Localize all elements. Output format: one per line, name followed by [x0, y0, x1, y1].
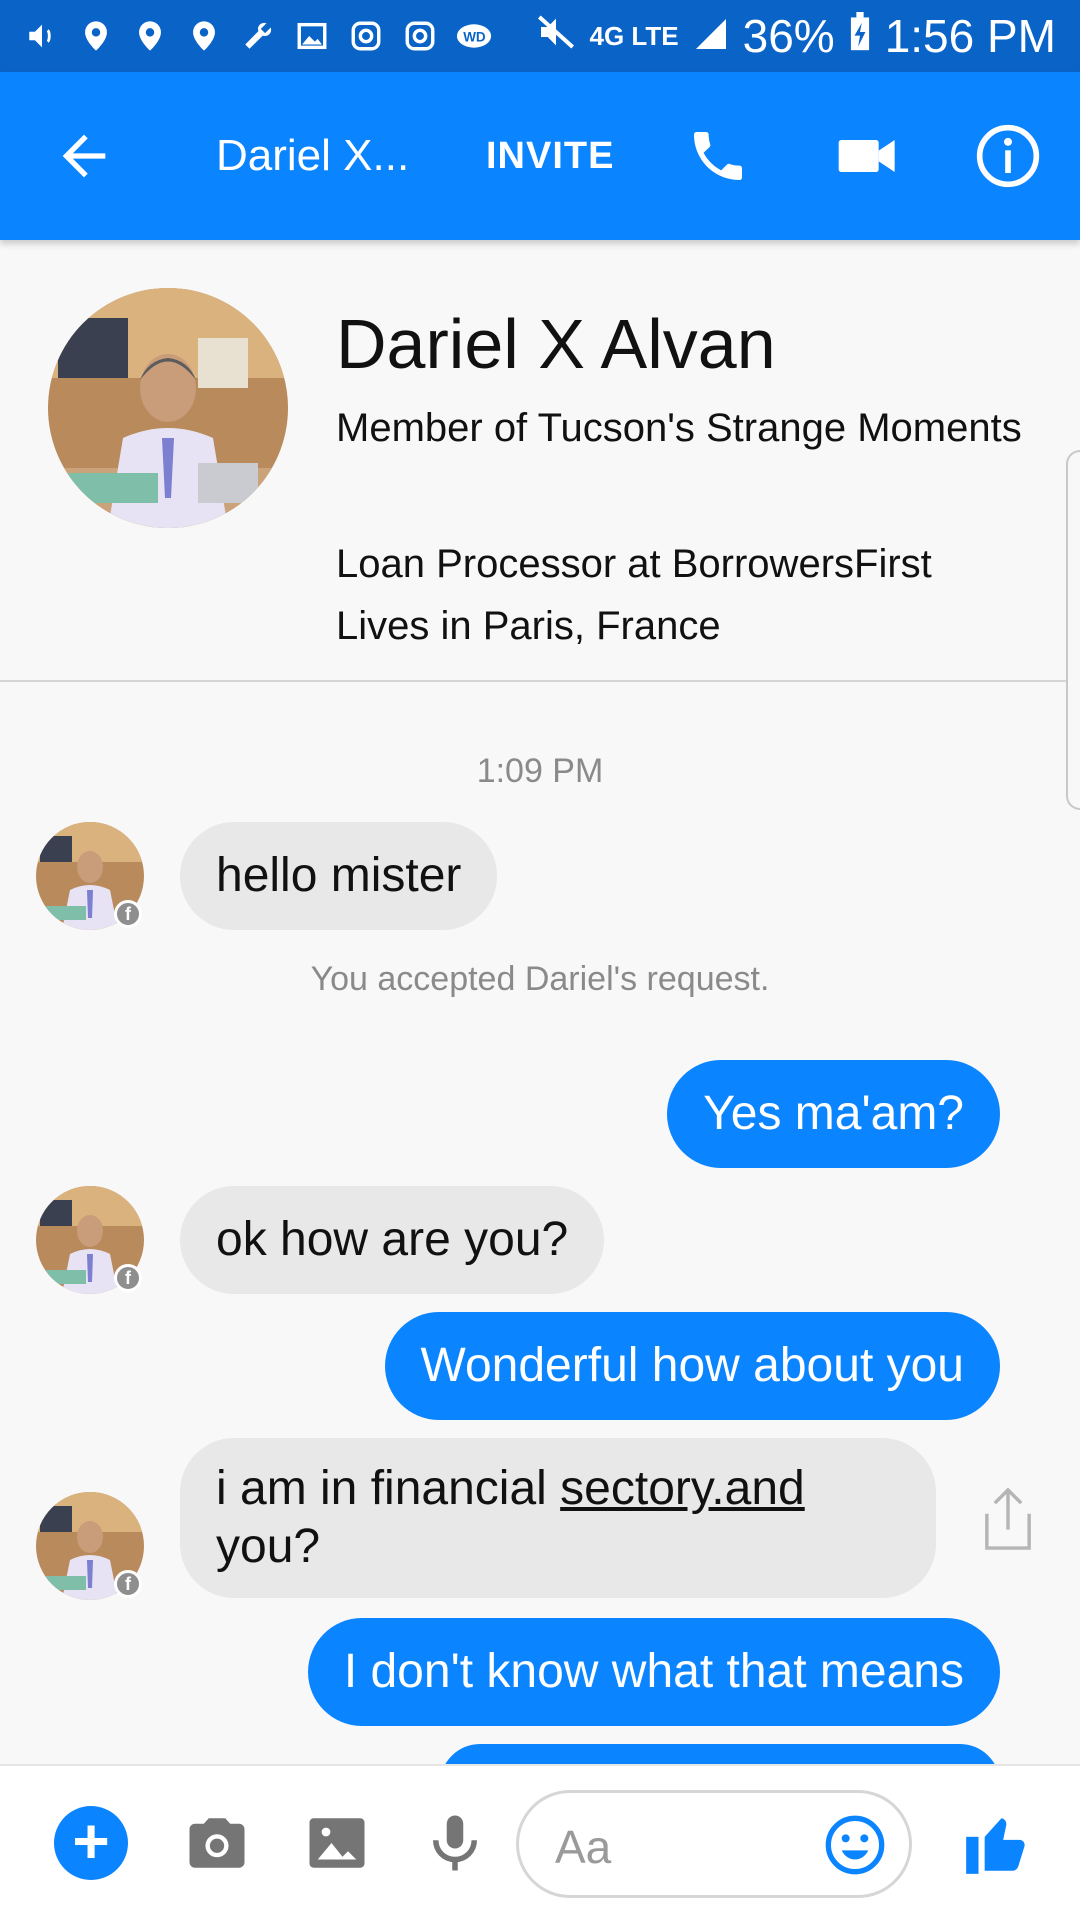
location-icon: [132, 18, 168, 54]
conversation-title[interactable]: Dariel X...: [216, 124, 406, 188]
time-separator: 1:09 PM: [476, 752, 604, 790]
message-text: i am in financial: [216, 1462, 561, 1515]
contact-profile-card: Dariel X Alvan Member of Tucson's Strang…: [0, 240, 1080, 682]
camera-icon[interactable]: [184, 1810, 250, 1876]
signal-icon: [693, 9, 729, 63]
location-icon: [186, 18, 222, 54]
incoming-message-bubble[interactable]: ok how are you?: [180, 1186, 605, 1294]
contact-location: Lives in Paris, France: [336, 604, 721, 648]
mute-icon: [536, 9, 576, 63]
conversation-header: Dariel X... INVITE: [0, 72, 1080, 240]
volume-icon: [24, 18, 60, 54]
contact-group-membership: Member of Tucson's Strange Moments: [336, 406, 1022, 450]
profile-avatar[interactable]: [48, 288, 288, 528]
thumbs-up-icon[interactable]: [960, 1806, 1034, 1880]
plus-icon[interactable]: +: [54, 1806, 128, 1880]
outgoing-message-bubble[interactable]: Wonderful how about you: [384, 1312, 1000, 1420]
image-icon: [294, 18, 330, 54]
invite-button[interactable]: INVITE: [486, 124, 614, 188]
location-icon: [78, 18, 114, 54]
video-call-icon[interactable]: [832, 124, 904, 188]
battery-charging-icon: [849, 9, 871, 63]
sender-avatar[interactable]: f: [36, 822, 144, 930]
incoming-message-bubble[interactable]: hello mister: [180, 822, 498, 930]
message-link[interactable]: sectory.and: [560, 1462, 805, 1515]
incoming-message-bubble[interactable]: i am in financial sectory.and you?: [180, 1438, 936, 1598]
sender-avatar[interactable]: f: [36, 1492, 144, 1600]
instagram-icon: [402, 18, 438, 54]
contact-name: Dariel X Alvan: [336, 305, 776, 383]
outgoing-message-bubble[interactable]: Yes ma'am?: [667, 1060, 1000, 1168]
back-arrow-icon[interactable]: [52, 124, 116, 188]
system-message: You accepted Dariel's request.: [310, 960, 770, 998]
system-status: 4G LTE 36% 1:56 PM: [536, 9, 1056, 63]
facebook-badge-icon: f: [114, 1264, 142, 1292]
svg-text:WD: WD: [463, 29, 486, 44]
message-input-container[interactable]: [516, 1790, 912, 1898]
info-icon[interactable]: [974, 122, 1042, 190]
network-type: 4G LTE: [589, 21, 679, 51]
sender-avatar[interactable]: f: [36, 1186, 144, 1294]
wrench-icon: [240, 18, 276, 54]
message-input[interactable]: [555, 1817, 815, 1877]
instagram-icon: [348, 18, 384, 54]
facebook-badge-icon: f: [114, 900, 142, 928]
notification-icons: WD: [24, 18, 492, 54]
phone-icon[interactable]: [686, 124, 750, 188]
wd-icon: WD: [456, 18, 492, 54]
share-icon[interactable]: [976, 1482, 1040, 1556]
contact-job: Loan Processor at BorrowersFirst: [336, 542, 932, 586]
outgoing-message-bubble[interactable]: I don't know what that means: [307, 1618, 1000, 1726]
battery-percent: 36%: [742, 10, 835, 62]
emoji-icon[interactable]: [823, 1813, 887, 1877]
message-composer: +: [0, 1764, 1080, 1920]
clock: 1:56 PM: [884, 10, 1056, 62]
status-bar: WD 4G LTE 36% 1:56 PM: [0, 0, 1080, 72]
gallery-icon[interactable]: [304, 1810, 370, 1876]
facebook-badge-icon: f: [114, 1570, 142, 1598]
microphone-icon[interactable]: [422, 1810, 488, 1876]
message-text: you?: [216, 1520, 321, 1573]
